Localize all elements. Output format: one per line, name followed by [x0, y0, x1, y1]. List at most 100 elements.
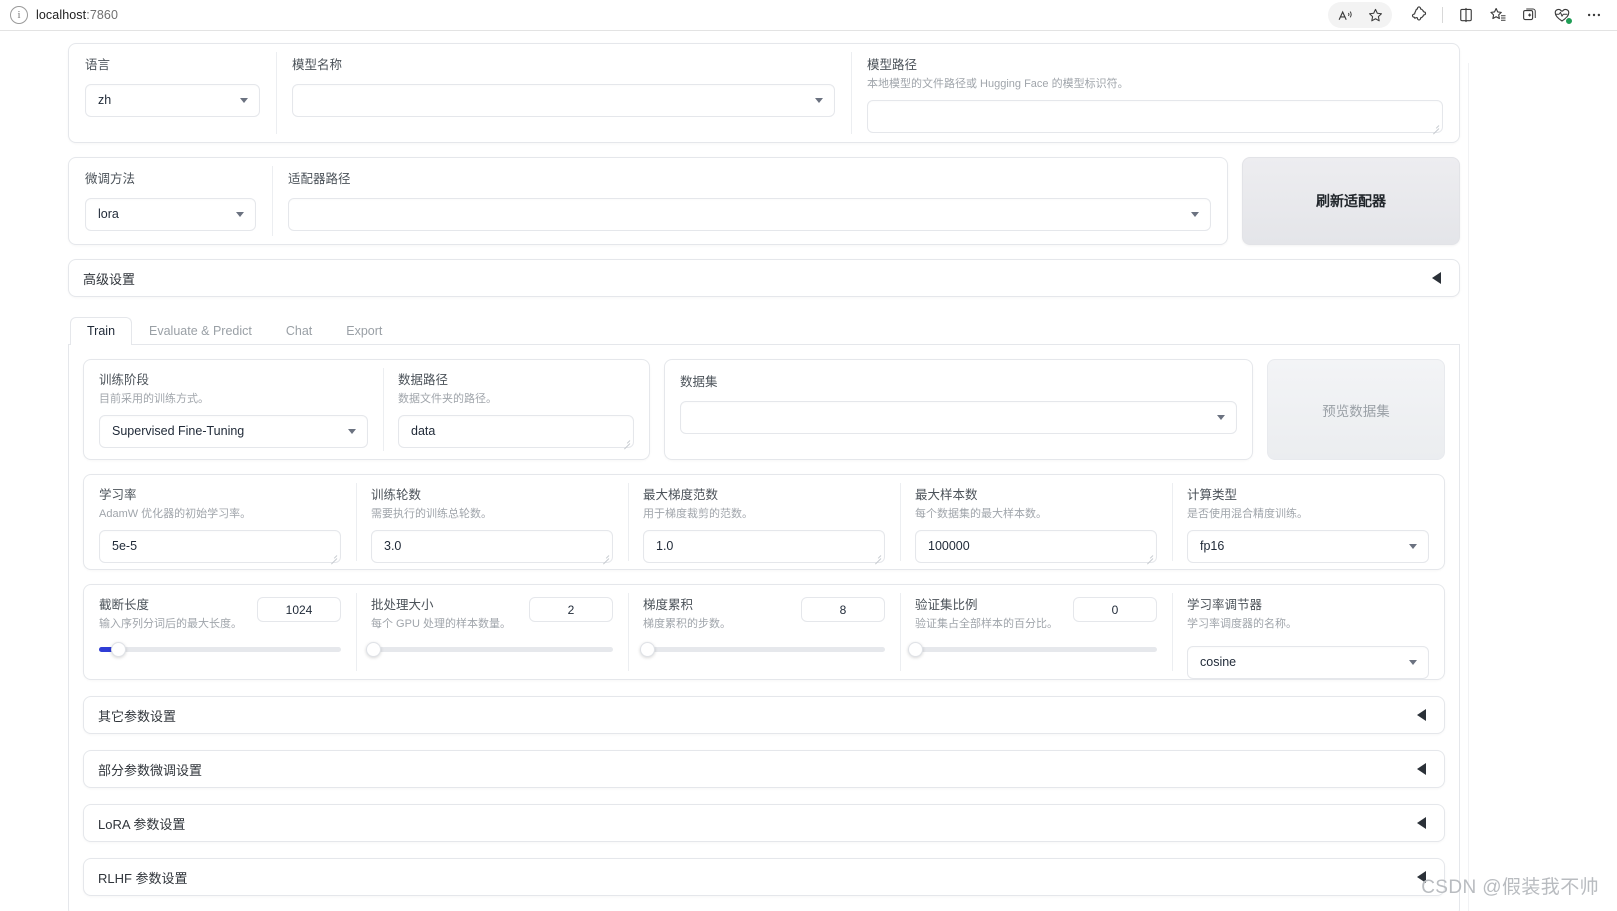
epochs-hint: 需要执行的训练总轮数。 [371, 507, 492, 520]
grad-accum-hint: 梯度累积的步数。 [643, 617, 731, 630]
max-samples-input[interactable]: 100000 [915, 529, 1157, 563]
adapter-path-field: 适配器路径 [272, 158, 1227, 244]
model-path-input[interactable] [867, 99, 1443, 133]
val-size-label: 验证集比例 [915, 598, 978, 612]
lora-params-accordion[interactable]: LoRA 参数设置 [83, 804, 1445, 842]
lr-scheduler-field: 学习率调节器 学习率调度器的名称。 cosine [1172, 585, 1444, 679]
adapter-block: 微调方法 lora 适配器路径 [68, 157, 1228, 245]
dataset-select[interactable] [680, 400, 1237, 434]
learning-rate-value: 5e-5 [112, 539, 138, 554]
lr-scheduler-select[interactable]: cosine [1187, 645, 1429, 679]
collapse-arrow-icon[interactable] [1417, 763, 1426, 775]
training-stage-label: 训练阶段 [99, 373, 150, 387]
resize-handle-icon[interactable] [1430, 121, 1440, 131]
max-grad-norm-value: 1.0 [656, 539, 674, 554]
epochs-label: 训练轮数 [371, 488, 422, 502]
training-stage-field: 训练阶段 目前采用的训练方式。 Supervised Fine-Tuning [84, 360, 383, 459]
val-size-number[interactable]: 0 [1073, 597, 1157, 622]
browser-toolbar: i localhost:7860 [0, 0, 1617, 31]
adapter-path-select[interactable] [288, 197, 1211, 231]
tab-evaluate-predict[interactable]: Evaluate & Predict [132, 317, 269, 345]
preview-dataset-button[interactable]: 预览数据集 [1267, 359, 1445, 460]
tab-export[interactable]: Export [329, 317, 399, 345]
learning-rate-input[interactable]: 5e-5 [99, 529, 341, 563]
info-icon[interactable]: i [10, 6, 28, 24]
status-badge [1565, 17, 1573, 25]
max-samples-label: 最大样本数 [915, 488, 978, 502]
epochs-input[interactable]: 3.0 [371, 529, 613, 563]
tab-train[interactable]: Train [70, 317, 133, 345]
advanced-settings-accordion[interactable]: 高级设置 [68, 259, 1460, 297]
browser-essentials-icon[interactable] [1547, 2, 1577, 28]
extensions-puzzle-icon[interactable] [1404, 2, 1434, 28]
resize-handle-icon[interactable] [1144, 551, 1154, 561]
cutoff-len-label: 截断长度 [99, 598, 150, 612]
epochs-field: 训练轮数 需要执行的训练总轮数。 3.0 [356, 475, 628, 569]
grad-accum-label: 梯度累积 [643, 598, 694, 612]
resize-handle-icon[interactable] [621, 436, 631, 446]
resize-handle-icon[interactable] [328, 551, 338, 561]
grad-accum-number[interactable]: 8 [801, 597, 885, 622]
resize-handle-icon[interactable] [872, 551, 882, 561]
lr-scheduler-value: cosine [1200, 655, 1237, 670]
val-size-slider[interactable] [907, 641, 1157, 657]
split-screen-icon[interactable] [1451, 2, 1481, 28]
model-name-select[interactable] [292, 83, 835, 117]
collections-icon[interactable] [1515, 2, 1545, 28]
cutoff-len-slider[interactable] [99, 641, 341, 657]
url-host: localhost [36, 8, 87, 22]
grad-accum-field: 梯度累积 梯度累积的步数。 8 [628, 585, 900, 679]
main-tabs: Train Evaluate & Predict Chat Export [68, 315, 1460, 345]
batch-size-value: 2 [567, 602, 575, 617]
model-config-row: 语言 zh 模型名称 模型路径 本地模型的文件路径或 Hugging Face … [68, 43, 1460, 143]
add-favorites-icon[interactable] [1483, 2, 1513, 28]
dataset-row: 训练阶段 目前采用的训练方式。 Supervised Fine-Tuning 数… [83, 359, 1445, 460]
other-params-accordion[interactable]: 其它参数设置 [83, 696, 1445, 734]
address-bar[interactable]: i localhost:7860 [4, 2, 1328, 28]
resize-handle-icon[interactable] [600, 551, 610, 561]
adapter-config-row: 微调方法 lora 适配器路径 刷新适配器 [68, 157, 1460, 245]
favorite-star-icon[interactable] [1360, 2, 1390, 28]
settings-and-more-icon[interactable] [1579, 2, 1609, 28]
tab-chat[interactable]: Chat [269, 317, 329, 345]
finetune-method-field: 微调方法 lora [69, 158, 272, 244]
advanced-settings-label: 高级设置 [83, 271, 136, 287]
data-dir-input[interactable]: data [398, 414, 634, 448]
batch-size-number[interactable]: 2 [529, 597, 613, 622]
tab-export-label: Export [346, 324, 383, 338]
freeze-params-accordion[interactable]: 部分参数微调设置 [83, 750, 1445, 788]
other-params-label: 其它参数设置 [98, 708, 177, 724]
compute-type-hint: 是否使用混合精度训练。 [1187, 507, 1308, 520]
max-samples-hint: 每个数据集的最大样本数。 [915, 507, 1047, 520]
batch-size-slider[interactable] [365, 641, 613, 657]
batch-size-label: 批处理大小 [371, 598, 434, 612]
max-grad-norm-input[interactable]: 1.0 [643, 529, 885, 563]
batch-size-slider-knob[interactable] [365, 641, 381, 657]
cutoff-len-number[interactable]: 1024 [257, 597, 341, 622]
collapse-arrow-icon[interactable] [1417, 817, 1426, 829]
language-field: 语言 zh [69, 44, 276, 142]
val-size-value: 0 [1111, 602, 1119, 617]
collapse-arrow-icon[interactable] [1432, 272, 1441, 284]
compute-type-select[interactable]: fp16 [1187, 529, 1429, 563]
grad-accum-slider[interactable] [640, 641, 885, 657]
model-path-hint: 本地模型的文件路径或 Hugging Face 的模型标识符。 [867, 77, 1129, 90]
grad-accum-slider-knob[interactable] [640, 641, 656, 657]
cutoff-len-slider-knob[interactable] [110, 641, 126, 657]
url-port: :7860 [86, 8, 119, 22]
language-select[interactable]: zh [85, 83, 260, 117]
finetune-method-select[interactable]: lora [85, 197, 256, 231]
training-stage-select[interactable]: Supervised Fine-Tuning [99, 414, 368, 448]
language-label: 语言 [85, 58, 111, 72]
read-aloud-icon[interactable] [1330, 2, 1360, 28]
val-size-field: 验证集比例 验证集占全部样本的百分比。 0 [900, 585, 1172, 679]
tab-train-label: Train [87, 324, 116, 338]
page-edge-line [1468, 63, 1469, 911]
refresh-adapter-button[interactable]: 刷新适配器 [1242, 157, 1460, 245]
max-grad-norm-field: 最大梯度范数 用于梯度裁剪的范数。 1.0 [628, 475, 900, 569]
rlhf-params-accordion[interactable]: RLHF 参数设置 [83, 858, 1445, 896]
collapse-arrow-icon[interactable] [1417, 709, 1426, 721]
val-size-slider-knob[interactable] [907, 641, 923, 657]
tab-chat-label: Chat [285, 324, 313, 338]
data-dir-label: 数据路径 [398, 373, 449, 387]
